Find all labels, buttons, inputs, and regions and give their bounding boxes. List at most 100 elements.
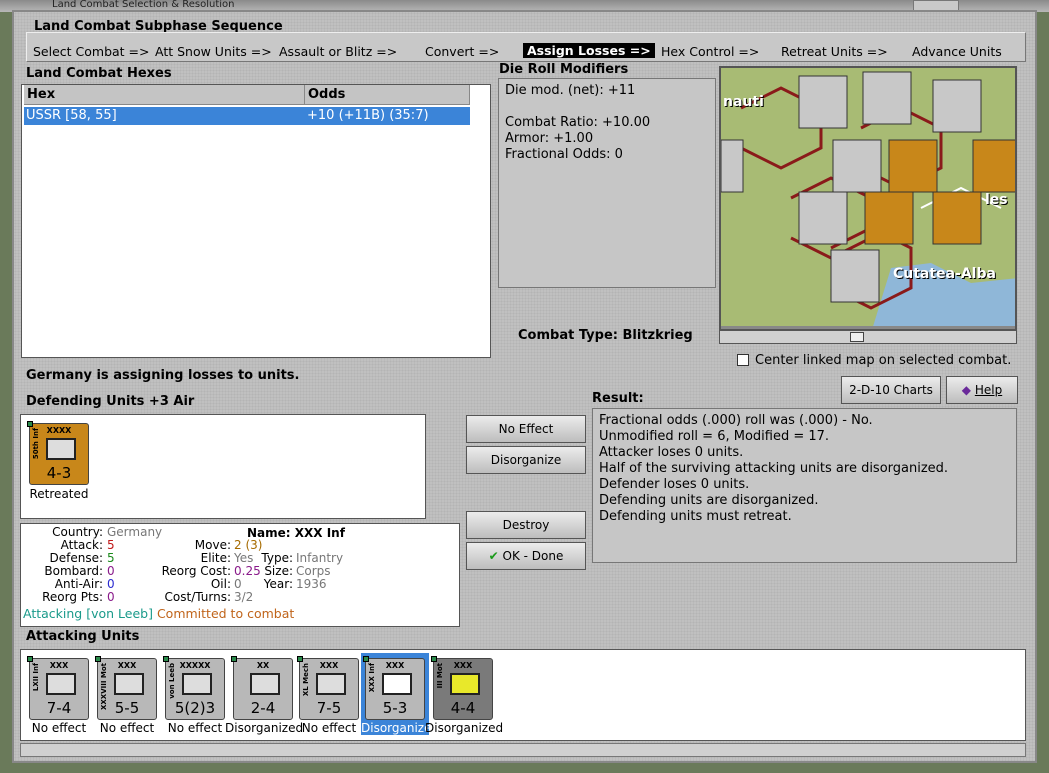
attacking-hscrollbar[interactable] <box>20 743 1026 757</box>
destroy-button[interactable]: Destroy <box>466 511 586 539</box>
unit-counter[interactable]: XX 2-4 <box>231 656 293 720</box>
modifiers-title: Die Roll Modifiers <box>499 62 629 77</box>
mech-symbol-icon <box>316 673 346 695</box>
modifier-line: Fractional Odds: 0 <box>505 147 623 162</box>
unit-name: von Leeb <box>168 663 176 699</box>
seq-step-assign-losses: Assign Losses => <box>523 43 655 58</box>
unit-counter[interactable]: XXX III Mot 4-4 <box>431 656 493 720</box>
seq-step-advance: Advance Units <box>912 44 1002 59</box>
hexes-col-hex[interactable]: Hex <box>24 85 305 105</box>
window-title: Land Combat Selection & Resolution <box>52 0 235 10</box>
seq-step-select-combat: Select Combat => <box>33 44 150 59</box>
unit-counter[interactable]: XXX LXII Inf 7-4 <box>27 656 89 720</box>
details-labels-col3: Type: Size: Year: <box>253 552 293 591</box>
combat-type: Combat Type: Blitzkrieg <box>518 328 693 343</box>
combat-type-label: Combat Type: <box>518 328 618 343</box>
help-label: Help <box>974 383 1003 397</box>
hexes-col-odds[interactable]: Odds <box>305 85 470 105</box>
unit-name: LXII Inf <box>32 663 40 692</box>
seq-step-att-snow: Att Snow Units => <box>155 44 272 59</box>
unit-name: XXX Inf <box>368 663 376 693</box>
unit-strength: 7-4 <box>46 699 72 717</box>
status-text: Germany is assigning losses to units. <box>26 368 300 383</box>
seq-step-retreat: Retreat Units => <box>781 44 888 59</box>
help-button[interactable]: ◆ Help <box>946 376 1018 404</box>
modifier-line <box>505 99 709 115</box>
hq-symbol-icon <box>182 673 212 695</box>
details-values-col3: Infantry Corps 1936 <box>296 552 343 591</box>
name-label: Name: <box>247 526 291 540</box>
cost-value: 3/2 <box>234 590 254 604</box>
unit-size: XX <box>256 661 270 670</box>
no-effect-button[interactable]: No Effect <box>466 415 586 443</box>
result-line: Unmodified roll = 6, Modified = 17. <box>599 429 830 444</box>
country-value: Germany <box>107 525 163 539</box>
map-hscrollbar[interactable] <box>719 330 1017 344</box>
modifier-line: Die mod. (net): +11 <box>505 83 636 98</box>
unit-strength: 4-4 <box>450 699 476 717</box>
combat-dialog: Land Combat Subphase Sequence Select Com… <box>12 10 1037 763</box>
unit-caption: No effect <box>99 721 155 735</box>
result-line: Defender loses 0 units. <box>599 477 750 492</box>
unit-strength: 5(2)3 <box>174 699 216 717</box>
name-field: Name: XXX Inf <box>247 526 345 540</box>
unit-strength: 7-5 <box>316 699 342 717</box>
unit-name: XL Mech <box>302 663 310 697</box>
motorized-symbol-icon <box>250 673 280 695</box>
unit-counter[interactable]: XXX XL Mech 7-5 <box>297 656 359 720</box>
ok-done-button[interactable]: ✔ OK - Done <box>466 542 586 570</box>
unit-caption: Disorganized <box>225 721 304 735</box>
attacking-units-panel: XXX LXII Inf 7-4 No effect XXX XXXVIII M… <box>20 649 1026 741</box>
unit-counter[interactable]: XXX XXX Inf 5-3 <box>363 656 425 720</box>
help-book-icon: ◆ <box>961 383 972 397</box>
result-line: Attacker loses 0 units. <box>599 445 744 460</box>
charts-button[interactable]: 2-D-10 Charts <box>841 376 941 404</box>
center-map-label: Center linked map on selected combat. <box>755 353 1012 368</box>
cost-label: Cost/Turns: <box>164 590 231 604</box>
hexes-table: Hex Odds USSR [58, 55] +10 (+11B) (35:7) <box>21 84 491 358</box>
infantry-symbol-icon <box>382 673 412 695</box>
unit-strength: 2-4 <box>250 699 276 717</box>
table-row[interactable]: USSR [58, 55] +10 (+11B) (35:7) <box>24 107 470 125</box>
name-value: XXX Inf <box>294 526 345 540</box>
map-label: les <box>985 192 1008 208</box>
hex-cell: USSR [58, 55] <box>26 108 117 123</box>
year-label: Year: <box>263 577 293 591</box>
unit-caption: No effect <box>31 721 87 735</box>
result-line: Defending units must retreat. <box>599 509 792 524</box>
hexes-title: Land Combat Hexes <box>26 66 172 81</box>
unit-caption: No effect <box>167 721 223 735</box>
infantry-symbol-icon <box>46 438 76 460</box>
map-terrain <box>721 68 1015 329</box>
linked-map[interactable]: nauti les Cutatea-Alba <box>719 66 1017 331</box>
year-value: 1936 <box>296 577 327 591</box>
checkmark-icon: ✔ <box>488 549 499 563</box>
details-labels-col2: Move: Elite: Reorg Cost: Oil: Cost/Turns… <box>141 539 231 604</box>
result-line: Defending units are disorganized. <box>599 493 819 508</box>
defending-title: Defending Units +3 Air <box>26 394 195 409</box>
unit-notes: Attacking [von Leeb] Committed to combat <box>23 606 294 621</box>
scroll-thumb[interactable] <box>850 332 864 342</box>
unit-caption: Retreated <box>29 487 89 501</box>
disorganize-button[interactable]: Disorganize <box>466 446 586 474</box>
details-labels-col1: Country: Attack: Defense: Bombard: Anti-… <box>23 526 103 604</box>
map-label: Cutatea-Alba <box>893 266 996 282</box>
unit-counter[interactable]: XXXX 50th Inf 4-3 <box>27 421 89 485</box>
unit-counter[interactable]: XXXXX von Leeb 5(2)3 <box>163 656 225 720</box>
modifier-line: Armor: +1.00 <box>505 131 594 146</box>
defending-units-panel: XXXX 50th Inf 4-3 Retreated <box>20 414 426 519</box>
unit-name: III Mot <box>436 663 444 689</box>
unit-details-panel: Country: Attack: Defense: Bombard: Anti-… <box>20 523 460 627</box>
seq-step-assault-blitz: Assault or Blitz => <box>279 44 398 59</box>
result-title: Result: <box>592 391 644 406</box>
center-map-checkbox[interactable] <box>737 354 749 366</box>
committed-note: Committed to combat <box>156 606 295 621</box>
result-line: Half of the surviving attacking units ar… <box>599 461 949 476</box>
reorg-label: Reorg Pts: <box>42 590 103 604</box>
infantry-symbol-icon <box>46 673 76 695</box>
unit-name: 50th Inf <box>32 428 40 460</box>
unit-counter[interactable]: XXX XXXVIII Mot 5-5 <box>95 656 157 720</box>
combat-type-value: Blitzkrieg <box>622 328 693 343</box>
motorized-symbol-icon <box>450 673 480 695</box>
center-map-option[interactable]: Center linked map on selected combat. <box>737 353 1011 368</box>
